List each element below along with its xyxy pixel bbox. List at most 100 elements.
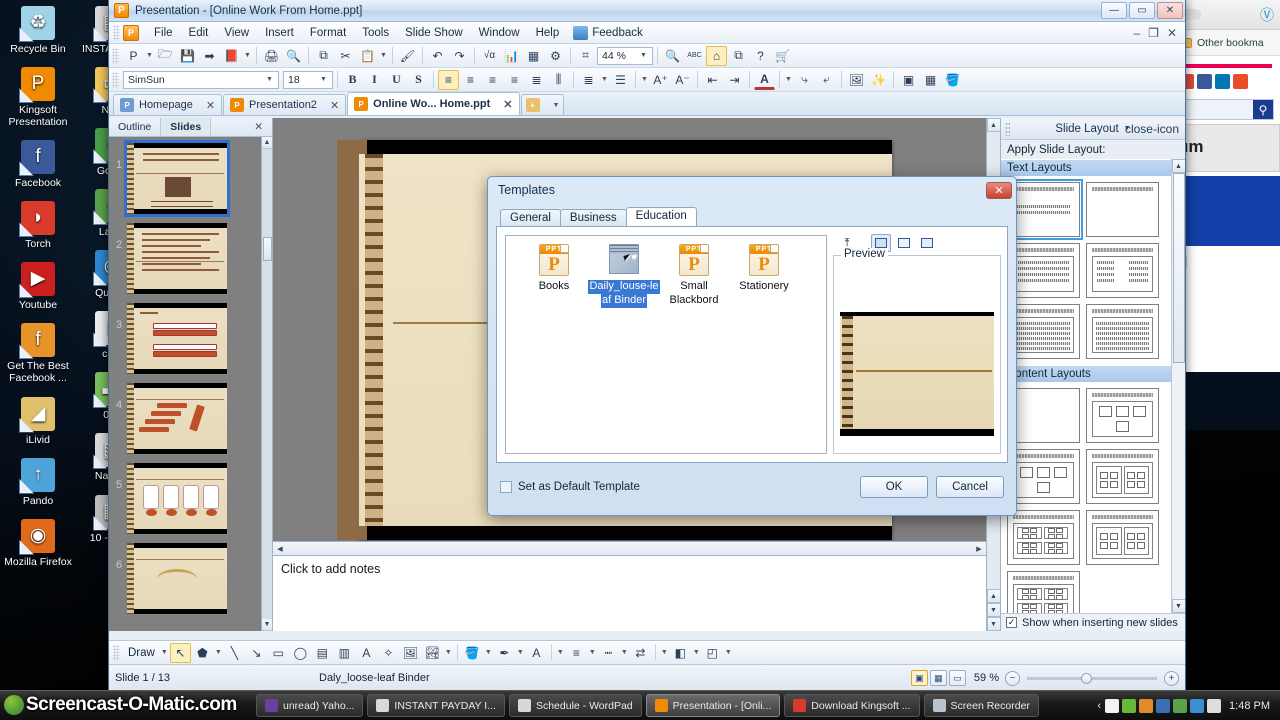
slide-layout-option[interactable] — [1007, 510, 1080, 565]
slide-thumbnail-2[interactable] — [127, 223, 227, 294]
paste-icon[interactable]: 📋 — [357, 46, 378, 66]
slide-thumbnail-row[interactable]: 3 — [111, 303, 261, 374]
zoom-in-button[interactable]: + — [1164, 670, 1179, 686]
slide-layout-option[interactable] — [1007, 304, 1080, 359]
design-icon[interactable]: 🖼 — [846, 70, 867, 90]
menu-view[interactable]: View — [216, 24, 257, 42]
insert-chart-icon[interactable]: 📊 — [501, 46, 522, 66]
numbered-list-icon[interactable]: ≣ — [578, 70, 599, 90]
taskbar-button[interactable]: Screen Recorder — [923, 694, 1039, 717]
slide-layout-icon[interactable]: ▣ — [898, 70, 919, 90]
bookmarks-bar[interactable]: Other bookma — [1173, 30, 1280, 56]
ppt-thumbnail-icon[interactable] — [608, 244, 640, 276]
align-left-icon[interactable]: ≡ — [438, 69, 459, 90]
line-icon[interactable]: ╲ — [224, 643, 245, 663]
menu-bar[interactable]: P File Edit View Insert Format Tools Sli… — [109, 22, 1185, 44]
inner-restore-button[interactable]: ❐ — [1144, 26, 1163, 40]
line-color-icon[interactable]: ✒ — [494, 643, 515, 663]
app-icon[interactable] — [1156, 698, 1171, 713]
print-preview-icon[interactable]: 🔍 — [283, 46, 304, 66]
ppt-template-icon[interactable]: PPT P — [538, 244, 570, 276]
desktop-icon-ilivid-icon[interactable]: ◢ iLivid — [2, 396, 74, 446]
zoom-out-button[interactable]: − — [1005, 670, 1020, 686]
fill-color-icon[interactable]: 🪣 — [462, 643, 483, 663]
addthis-icon[interactable] — [1233, 74, 1248, 89]
dropdown-arrow-icon[interactable]: ▼ — [243, 52, 252, 59]
increase-indent-icon[interactable]: ⇥ — [724, 70, 745, 90]
slide-thumbnail-4[interactable] — [127, 383, 227, 454]
export-pdf-icon[interactable]: 📕 — [221, 46, 242, 66]
menu-tools[interactable]: Tools — [354, 24, 397, 42]
clipart-icon[interactable]: 🖼 — [400, 643, 421, 663]
slide-layout-pane[interactable]: Slide Layout ▼ close-icon Apply Slide La… — [1000, 118, 1185, 631]
close-button[interactable]: ✕ — [1157, 2, 1183, 19]
align-right-icon[interactable]: ≡ — [482, 70, 503, 90]
save-icon[interactable]: 💾 — [177, 46, 198, 66]
taskbar-button[interactable]: INSTANT PAYDAY I... — [367, 694, 505, 717]
menu-slide-show[interactable]: Slide Show — [397, 24, 471, 42]
slide-thumbnail-row[interactable]: 5 — [111, 463, 261, 534]
text-box-icon[interactable]: ▤ — [312, 643, 333, 663]
format-painter-icon[interactable]: 🖌 — [397, 46, 418, 66]
font-name-combo[interactable]: SimSun ▼ — [123, 70, 279, 89]
details-view-icon[interactable] — [917, 234, 937, 252]
slide-layout-option[interactable] — [1086, 449, 1159, 504]
scroll-down-button[interactable]: ▼ — [1171, 599, 1185, 613]
social-buttons[interactable] — [1173, 68, 1280, 95]
tab-business[interactable]: Business — [559, 209, 627, 226]
draw-menu-button[interactable]: Draw — [124, 647, 159, 659]
bulleted-list-icon[interactable]: ☰ — [610, 70, 631, 90]
window-title-bar[interactable]: P Presentation - [Online Work From Home.… — [109, 0, 1185, 22]
inner-minimize-button[interactable]: – — [1129, 26, 1144, 40]
zoom-slider[interactable] — [1027, 672, 1157, 684]
horizontal-scrollbar[interactable]: ◀ ▶ — [273, 541, 986, 555]
slide-sorter-icon[interactable]: ▦ — [929, 670, 947, 686]
dialog-footer[interactable]: Set as Default Template OK Cancel — [496, 467, 1008, 507]
standard-toolbar[interactable]: P ▼ 🗁 💾 ➡ 📕 ▼ 🖨 🔍 ⧉ ✂ 📋 ▼ 🖌 ↶ ↷ √α 📊 ▦ ⚙ ⌗ 44 % ▼ 🔍 ABC ⌂ ⧉? 🛒 — [109, 44, 1185, 68]
chevron-down-icon[interactable]: ▼ — [553, 102, 560, 109]
set-default-template-row[interactable]: Set as Default Template — [500, 481, 640, 493]
save-as-web-icon[interactable]: ➡ — [199, 46, 220, 66]
new-tab-button[interactable]: + ▼ — [520, 94, 565, 115]
picture-icon[interactable]: 🏞 — [422, 643, 443, 663]
autoshapes-icon[interactable]: ⬟ — [192, 643, 213, 663]
kingsoft-presentation-window[interactable]: P Presentation - [Online Work From Home.… — [108, 0, 1186, 692]
dialog-tab-strip[interactable]: General Business Education — [496, 207, 1008, 226]
new-slide-icon[interactable]: ✨ — [868, 70, 889, 90]
desktop-icon-kingsoft-presentation-icon[interactable]: P Kingsoft Presentation — [2, 67, 74, 128]
scroll-right-button[interactable]: ▶ — [972, 545, 986, 553]
undo-icon[interactable]: ↶ — [427, 46, 448, 66]
desktop-icon-facebook-icon[interactable]: f Facebook — [2, 140, 74, 189]
distribute-icon[interactable]: ≣ — [526, 70, 547, 90]
dropdown-arrow-icon[interactable]: ▼ — [620, 649, 629, 656]
desktop-icon-pando-icon[interactable]: ↑ Pando — [2, 457, 74, 507]
copy-icon[interactable]: ⧉ — [313, 46, 334, 66]
avast-icon[interactable] — [1122, 698, 1137, 713]
document-tab-2[interactable]: P Online Wo... Home.ppt ✕ — [347, 92, 520, 115]
close-tab-button[interactable]: ✕ — [330, 99, 339, 112]
slide-layout-list[interactable]: Text LayoutsContent LayoutsText and Cont… — [1001, 159, 1185, 613]
layout-scrollbar[interactable]: ▲ ▼ — [1171, 159, 1185, 613]
fill-color-icon[interactable]: 🪣 — [942, 70, 963, 90]
zoom-slider-knob[interactable] — [1081, 672, 1092, 684]
dropdown-arrow-icon[interactable]: ▼ — [556, 649, 565, 656]
align-center-icon[interactable]: ≡ — [460, 70, 481, 90]
scroll-up-button[interactable]: ▲ — [261, 137, 272, 149]
network-icon[interactable] — [1173, 698, 1188, 713]
list-view-icon[interactable] — [894, 234, 914, 252]
clock[interactable]: 1:48 PM — [1229, 700, 1270, 712]
dropdown-arrow-icon[interactable]: ▼ — [588, 649, 597, 656]
shop-icon[interactable]: 🛒 — [772, 46, 793, 66]
taskbar-button[interactable]: Presentation - [Onli... — [645, 694, 781, 717]
close-tab-button[interactable]: ✕ — [503, 98, 512, 111]
dropdown-arrow-icon[interactable]: ▼ — [600, 76, 609, 83]
taskbar-button[interactable]: unread) Yaho... — [256, 694, 364, 717]
window-inner-controls[interactable]: – ❐ ✕ — [1129, 26, 1185, 40]
slide-thumbnail-row[interactable]: 1 — [111, 140, 261, 217]
chevron-down-icon[interactable]: ▼ — [263, 76, 276, 83]
slide-show-icon[interactable]: ▭ — [948, 670, 966, 686]
oval-icon[interactable]: ◯ — [290, 643, 311, 663]
templates-dialog[interactable]: Templates ✕ General Business Education P… — [487, 176, 1017, 516]
facebook-share-icon[interactable] — [1197, 74, 1212, 89]
system-tray[interactable]: ‹ 1:48 PM — [1097, 698, 1276, 713]
